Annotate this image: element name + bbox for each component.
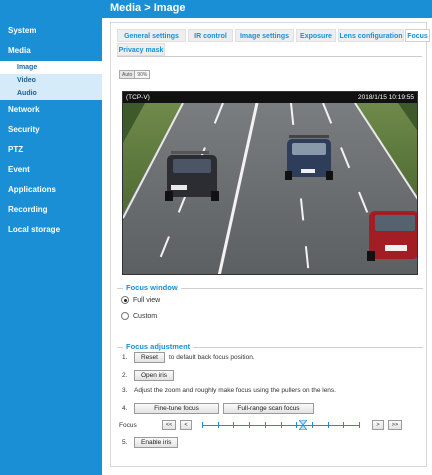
focus-slider-tick (281, 422, 282, 428)
video-timestamp: 2018/1/15 10:19:55 (357, 94, 414, 101)
custom-label: Custom (133, 312, 158, 320)
step-number: 5. (122, 439, 128, 446)
tabs-divider (117, 56, 422, 57)
focus-window-title: Focus window (123, 283, 181, 292)
tab-focus[interactable]: Focus (405, 29, 430, 42)
focus-adjustment-title: Focus adjustment (123, 342, 194, 351)
tab-privacy-mask[interactable]: Privacy mask (117, 43, 165, 56)
stream-label: (TCP-V) (126, 94, 150, 101)
step-enable-iris: 5. Enable iris (122, 437, 182, 448)
focus-slider-tick (296, 422, 297, 428)
ratio-size-button[interactable]: 90% (135, 71, 150, 78)
open-iris-button[interactable]: Open iris (134, 370, 175, 381)
step-number: 1. (122, 354, 128, 361)
focus-slider-handle[interactable] (299, 420, 307, 430)
custom-radio[interactable] (121, 312, 129, 320)
main-panel: General settings IR control Image settin… (110, 22, 430, 467)
sidebar-subitem-video[interactable]: Video (0, 74, 102, 87)
focus-far-left-button[interactable]: << (162, 420, 176, 430)
tab-general-settings[interactable]: General settings (117, 29, 186, 42)
enable-iris-button[interactable]: Enable iris (134, 437, 179, 448)
step-number: 2. (122, 372, 128, 379)
sidebar: System Media Image Video Audio Network S… (0, 18, 102, 475)
sidebar-item-system[interactable]: System (0, 21, 102, 41)
focus-right-button[interactable]: > (372, 420, 384, 430)
step-adjust-zoom: 3. Adjust the zoom and roughly make focu… (122, 387, 336, 394)
auto-size-button[interactable]: Auto (120, 71, 136, 78)
breadcrumb: Media > Image (110, 2, 186, 14)
focus-slider-tick (312, 422, 313, 428)
reset-button[interactable]: Reset (134, 352, 165, 363)
focus-slider[interactable] (202, 420, 360, 430)
tab-exposure[interactable]: Exposure (296, 29, 336, 42)
sidebar-item-local-storage[interactable]: Local storage (0, 220, 102, 240)
focus-slider-tick (233, 422, 234, 428)
focus-slider-tick (218, 422, 219, 428)
focus-label: Focus (119, 422, 137, 429)
top-header-bar: Media > Image (0, 0, 432, 18)
sidebar-item-recording[interactable]: Recording (0, 200, 102, 220)
full-view-label: Full view (133, 296, 161, 304)
tab-image-settings[interactable]: Image settings (235, 29, 294, 42)
tab-ir-control[interactable]: IR control (188, 29, 233, 42)
live-video-view[interactable]: (TCP-V) 2018/1/15 10:19:55 (122, 91, 418, 275)
road-camera-scene (123, 103, 417, 274)
step-number: 4. (122, 405, 128, 412)
sidebar-subitem-image[interactable]: Image (0, 61, 102, 74)
focus-left-button[interactable]: < (180, 420, 192, 430)
sidebar-item-network[interactable]: Network (0, 100, 102, 120)
sidebar-item-security[interactable]: Security (0, 120, 102, 140)
focus-slider-tick (202, 422, 203, 428)
tab-lens-configuration[interactable]: Lens configuration (338, 29, 404, 42)
focus-slider-tick (359, 422, 360, 428)
sidebar-item-applications[interactable]: Applications (0, 180, 102, 200)
focus-slider-tick (265, 422, 266, 428)
video-caption-bar: (TCP-V) 2018/1/15 10:19:55 (123, 92, 417, 103)
full-range-scan-focus-button[interactable]: Full-range scan focus (223, 403, 314, 414)
step-focus-mode: 4. Fine-tune focus Full-range scan focus (122, 403, 318, 414)
sidebar-item-ptz[interactable]: PTZ (0, 140, 102, 160)
focus-window-custom[interactable]: Custom (121, 312, 157, 320)
focus-slider-tick (249, 422, 250, 428)
focus-slider-tick (328, 422, 329, 428)
sidebar-item-media[interactable]: Media (0, 41, 102, 61)
focus-far-right-button[interactable]: >> (388, 420, 402, 430)
focus-slider-tick (343, 422, 344, 428)
fine-tune-focus-button[interactable]: Fine-tune focus (134, 403, 219, 414)
reset-description: to default back focus position. (168, 354, 255, 361)
sidebar-subitem-audio[interactable]: Audio (0, 87, 102, 100)
sidebar-item-event[interactable]: Event (0, 160, 102, 180)
view-size-toggle: Auto 90% (119, 70, 151, 79)
focus-slider-row: Focus << < > >> (118, 419, 423, 433)
step-reset: 1. Reset to default back focus position. (122, 352, 255, 363)
step-open-iris: 2. Open iris (122, 370, 178, 381)
full-view-radio[interactable] (121, 296, 129, 304)
step-number: 3. (122, 387, 128, 394)
focus-window-full-view[interactable]: Full view (121, 296, 160, 304)
adjust-zoom-instruction: Adjust the zoom and roughly make focus u… (134, 387, 336, 394)
